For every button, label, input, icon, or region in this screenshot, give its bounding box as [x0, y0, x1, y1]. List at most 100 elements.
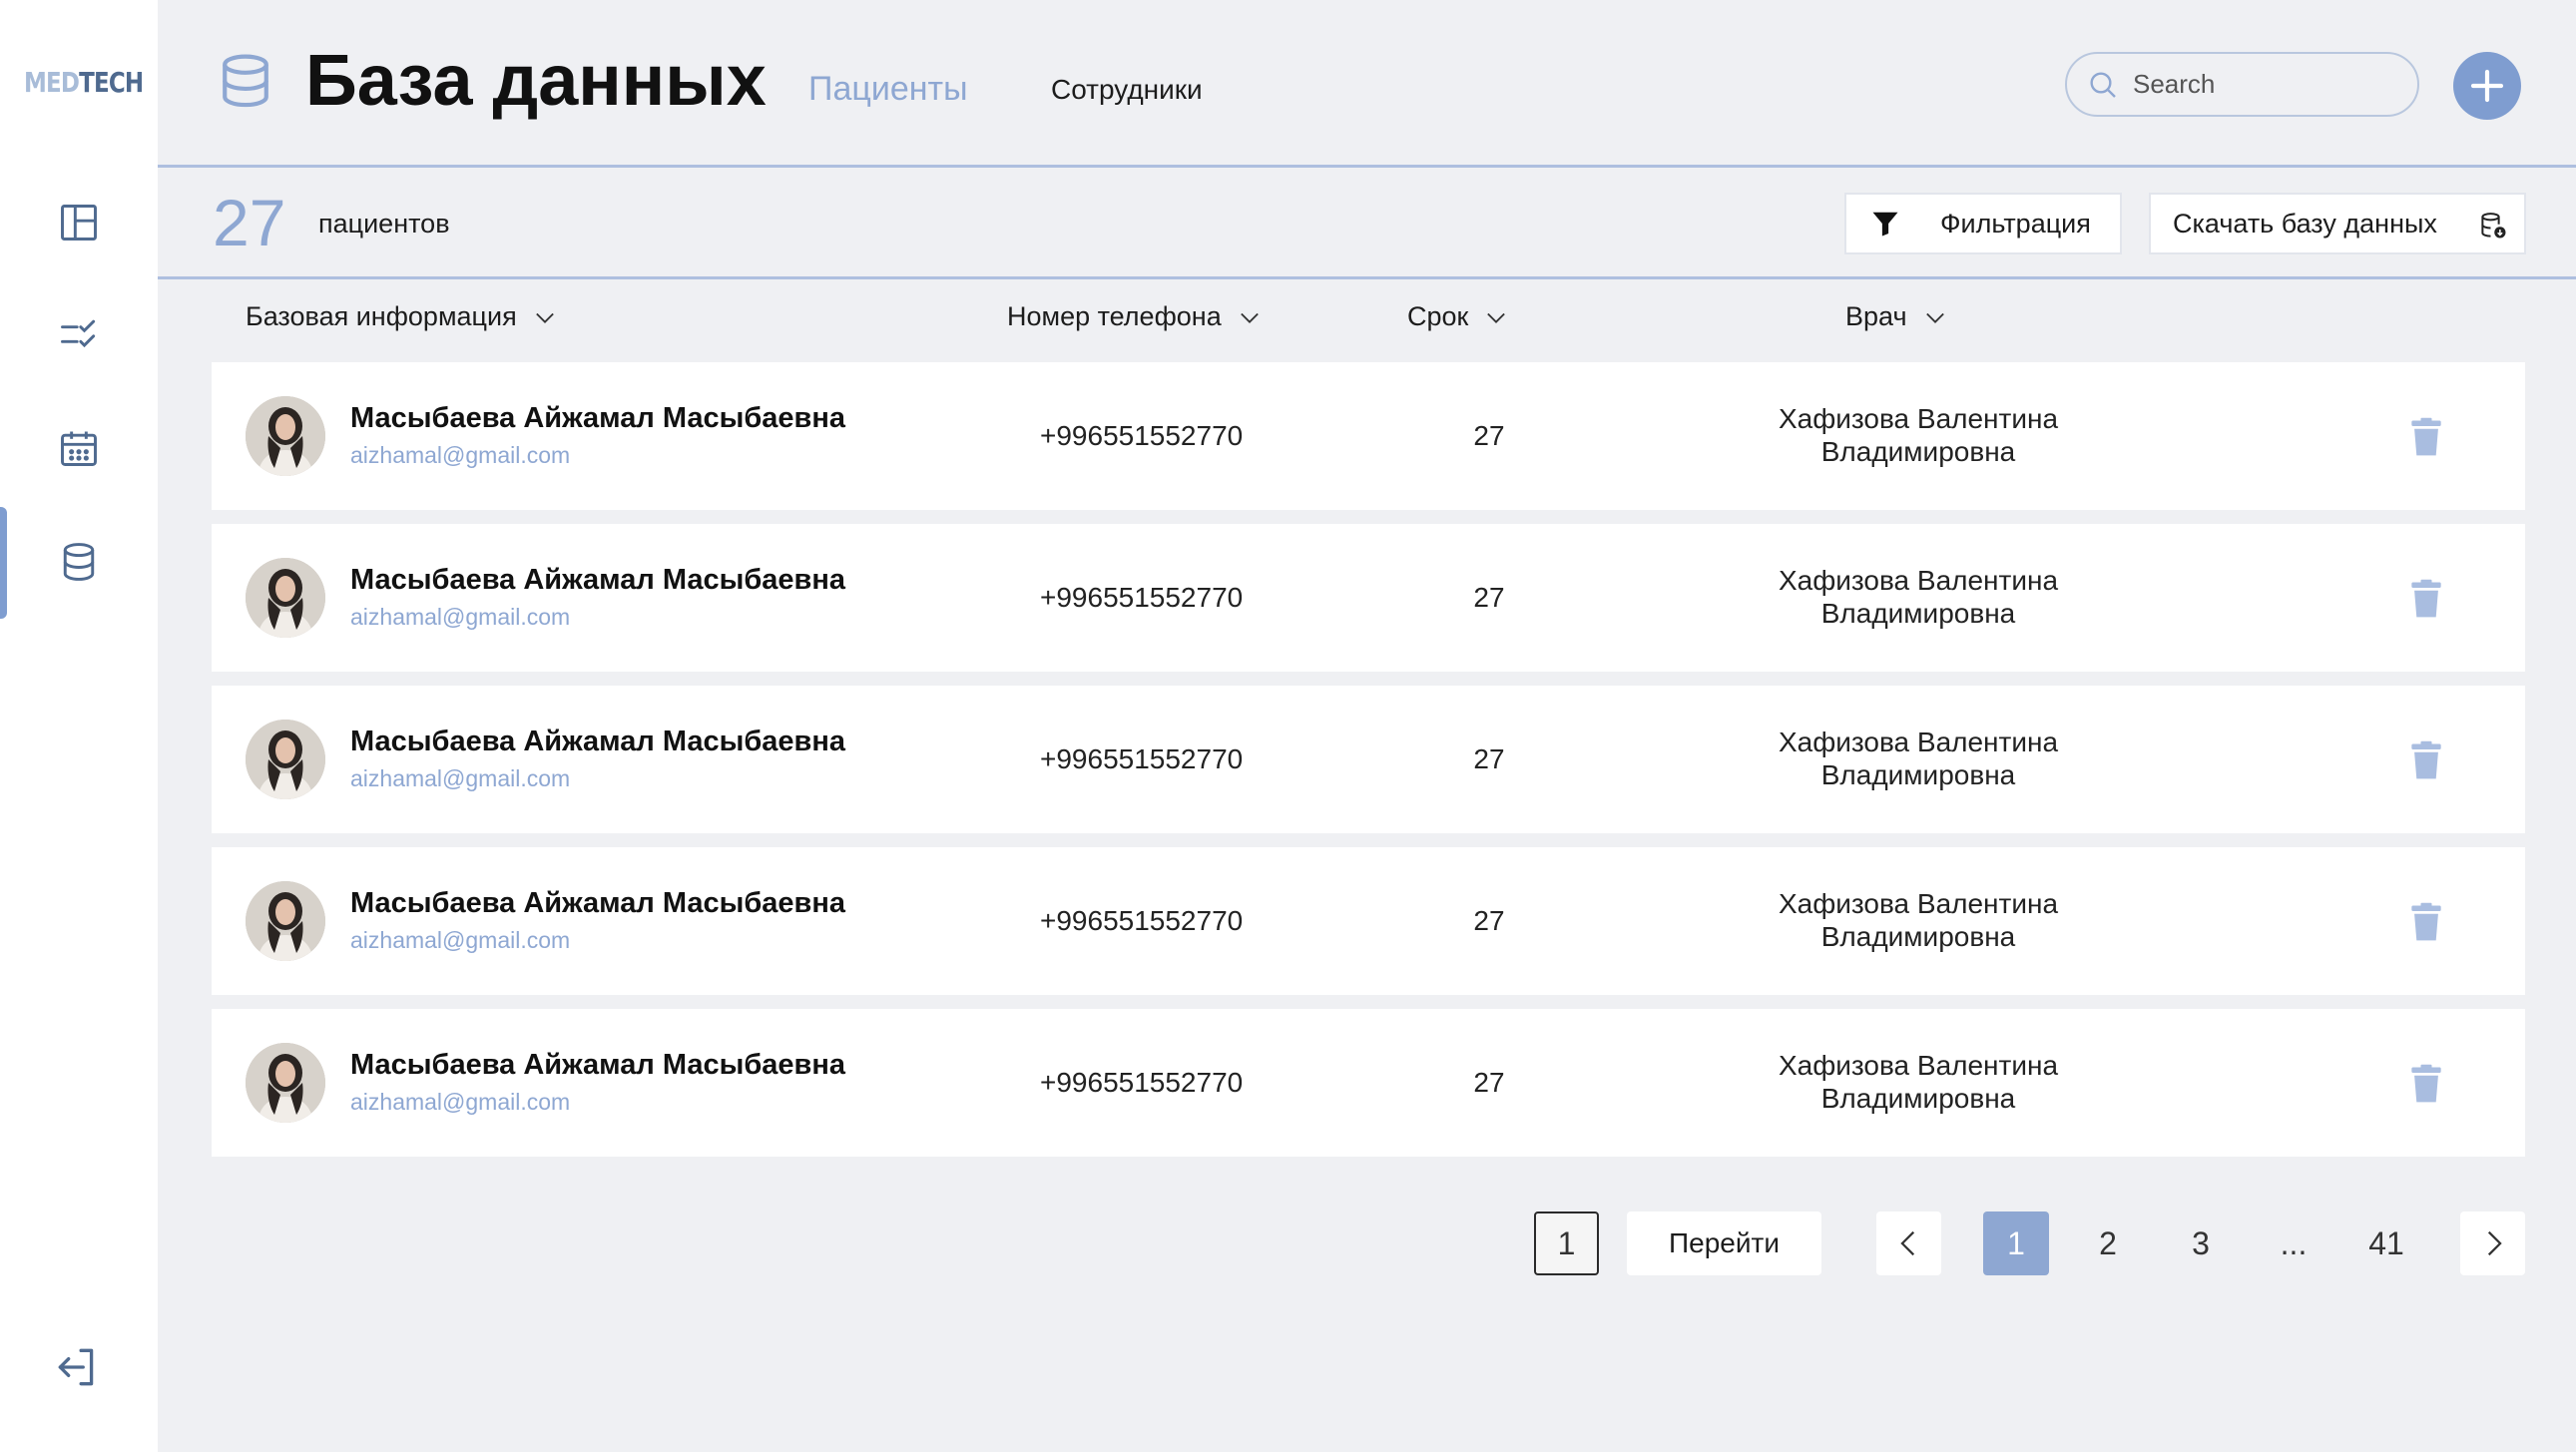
- patient-doctor: Хафизова Валентина Владимировна: [1689, 726, 2148, 791]
- patient-name: Масыбаева Айжамал Масыбаевна: [350, 887, 846, 919]
- patient-term: 27: [1473, 905, 1505, 936]
- patient-name: Масыбаева Айжамал Масыбаевна: [350, 1049, 846, 1081]
- page-title: База данных: [305, 41, 767, 121]
- download-database-button[interactable]: Скачать базу данных: [2149, 193, 2526, 254]
- avatar: [246, 720, 325, 799]
- summary-bar: 27 пациентов Фильтрация Скачать базу дан…: [158, 171, 2576, 279]
- next-page-button[interactable]: [2460, 1211, 2525, 1275]
- patient-name: Масыбаева Айжамал Масыбаевна: [350, 402, 846, 434]
- trash-icon[interactable]: [2404, 577, 2448, 621]
- calendar-icon: [61, 431, 97, 466]
- checklist-icon: [61, 319, 96, 348]
- column-header-label: Врач: [1845, 301, 1907, 331]
- search-box[interactable]: [2065, 52, 2419, 117]
- avatar: [246, 881, 325, 961]
- tab-staff[interactable]: Сотрудники: [1051, 74, 1203, 106]
- avatar: [246, 396, 325, 476]
- table-row[interactable]: Масыбаева Айжамал Масыбаевна aizhamal@gm…: [212, 1009, 2525, 1157]
- add-button[interactable]: [2453, 52, 2521, 120]
- patient-phone: +996551552770: [1040, 905, 1244, 936]
- table-row[interactable]: Масыбаева Айжамал Масыбаевна aizhamal@gm…: [212, 362, 2525, 510]
- column-header-doctor[interactable]: Врач: [1845, 301, 1949, 332]
- page-button[interactable]: 41: [2353, 1211, 2419, 1275]
- search-icon: [2090, 71, 2116, 98]
- search-input[interactable]: [2133, 69, 2392, 100]
- page-number-input[interactable]: [1534, 1211, 1599, 1275]
- column-header-label: Срок: [1407, 301, 1469, 331]
- doctor-name-line: Хафизова Валентина: [1778, 1050, 2059, 1081]
- logo[interactable]: MEDTECH: [24, 66, 144, 99]
- column-header-term[interactable]: Срок: [1407, 301, 1510, 332]
- download-label: Скачать базу данных: [2173, 208, 2437, 239]
- chevron-right-icon: [2487, 1230, 2502, 1256]
- patient-doctor: Хафизова Валентина Владимировна: [1689, 402, 2148, 468]
- filter-label: Фильтрация: [1940, 208, 2091, 239]
- patient-doctor: Хафизова Валентина Владимировна: [1689, 1049, 2148, 1115]
- sidebar-item-dashboard[interactable]: [0, 168, 158, 277]
- trash-icon[interactable]: [2404, 415, 2448, 459]
- page-button[interactable]: 2: [2075, 1211, 2141, 1275]
- logout-icon[interactable]: [52, 1342, 102, 1392]
- page-button[interactable]: 3: [2168, 1211, 2234, 1275]
- header: База данных Пациенты Сотрудники: [158, 0, 2576, 168]
- chevron-down-icon: [1487, 312, 1506, 323]
- doctor-name-line: Владимировна: [1820, 759, 2016, 790]
- dashboard-icon: [61, 205, 97, 241]
- table-row[interactable]: Масыбаева Айжамал Масыбаевна aizhamal@gm…: [212, 686, 2525, 833]
- patient-name: Масыбаева Айжамал Масыбаевна: [350, 564, 846, 596]
- patient-email: aizhamal@gmail.com: [350, 927, 571, 953]
- sidebar: MEDTECH: [0, 0, 158, 1452]
- patient-count: 27: [213, 186, 286, 259]
- patient-email: aizhamal@gmail.com: [350, 442, 571, 468]
- column-header-basic-info[interactable]: Базовая информация: [246, 301, 559, 332]
- doctor-name-line: Хафизова Валентина: [1778, 403, 2059, 434]
- trash-icon[interactable]: [2404, 1062, 2448, 1106]
- logo-text-med: MED: [24, 66, 80, 99]
- tab-patients[interactable]: Пациенты: [808, 70, 968, 109]
- chevron-down-icon: [1925, 312, 1944, 323]
- database-title-icon: [223, 54, 268, 108]
- table-row[interactable]: Масыбаева Айжамал Масыбаевна aizhamal@gm…: [212, 847, 2525, 995]
- doctor-name-line: Хафизова Валентина: [1778, 565, 2059, 596]
- patient-phone: +996551552770: [1040, 743, 1244, 774]
- doctor-name-line: Владимировна: [1820, 436, 2016, 467]
- database-download-icon: [2481, 213, 2506, 239]
- column-header-phone[interactable]: Номер телефона: [1007, 301, 1264, 332]
- patient-phone: +996551552770: [1040, 420, 1244, 451]
- filter-button[interactable]: Фильтрация: [1844, 193, 2122, 254]
- patient-name: Масыбаева Айжамал Масыбаевна: [350, 726, 846, 757]
- patient-email: aizhamal@gmail.com: [350, 1089, 571, 1115]
- trash-icon[interactable]: [2404, 900, 2448, 944]
- sidebar-item-tasks[interactable]: [0, 279, 158, 389]
- doctor-name-line: Владимировна: [1820, 921, 2016, 952]
- patient-term: 27: [1473, 743, 1505, 774]
- plus-icon: [2470, 69, 2504, 103]
- doctor-name-line: Хафизова Валентина: [1778, 726, 2059, 757]
- patient-email: aizhamal@gmail.com: [350, 604, 571, 630]
- avatar: [246, 1043, 325, 1123]
- patient-phone: +996551552770: [1040, 582, 1244, 613]
- sidebar-item-calendar[interactable]: [0, 393, 158, 503]
- chevron-down-icon: [1240, 312, 1259, 323]
- patient-doctor: Хафизова Валентина Владимировна: [1689, 887, 2148, 953]
- doctor-name-line: Владимировна: [1820, 1083, 2016, 1114]
- table-row[interactable]: Масыбаева Айжамал Масыбаевна aizhamal@gm…: [212, 524, 2525, 672]
- filter-icon: [1872, 212, 1898, 237]
- database-icon: [63, 543, 95, 581]
- sidebar-item-database[interactable]: [0, 507, 158, 617]
- patient-term: 27: [1473, 420, 1505, 451]
- page-button[interactable]: 1: [1983, 1211, 2049, 1275]
- patient-term: 27: [1473, 1067, 1505, 1098]
- prev-page-button[interactable]: [1876, 1211, 1941, 1275]
- doctor-name-line: Хафизова Валентина: [1778, 888, 2059, 919]
- chevron-down-icon: [535, 312, 554, 323]
- chevron-left-icon: [1899, 1230, 1914, 1256]
- trash-icon[interactable]: [2404, 738, 2448, 782]
- doctor-name-line: Владимировна: [1820, 598, 2016, 629]
- go-to-page-button[interactable]: Перейти: [1627, 1211, 1821, 1275]
- patient-term: 27: [1473, 582, 1505, 613]
- column-header-label: Номер телефона: [1007, 301, 1222, 331]
- logo-text-tech: TECH: [79, 66, 144, 99]
- patient-email: aizhamal@gmail.com: [350, 765, 571, 791]
- patient-count-label: пациентов: [318, 209, 450, 239]
